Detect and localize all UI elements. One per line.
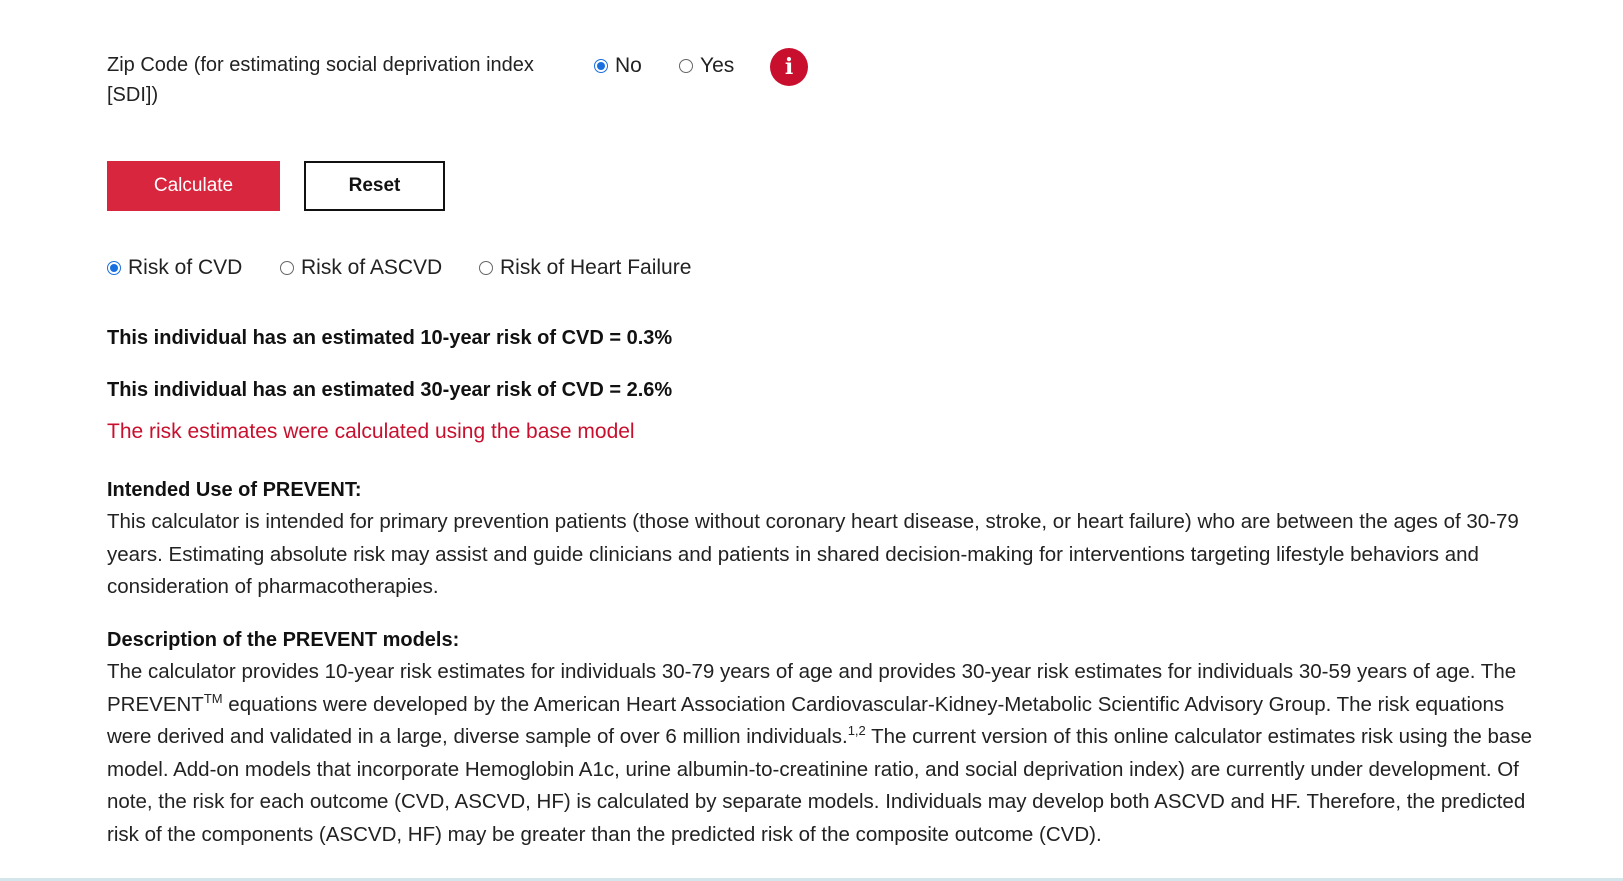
radio-unchecked-icon[interactable] (479, 261, 493, 275)
risk-tab-heart-failure[interactable]: Risk of Heart Failure (479, 256, 691, 280)
radio-unchecked-icon[interactable] (679, 59, 693, 73)
radio-checked-icon[interactable] (107, 261, 121, 275)
risk-tab-cvd-label: Risk of CVD (128, 256, 243, 279)
thirty-year-risk-result: This individual has an estimated 30-year… (107, 379, 673, 401)
description-section: Description of the PREVENT models: The c… (107, 624, 1537, 851)
intended-use-heading: Intended Use of PREVENT: (107, 479, 362, 501)
risk-tab-heart-failure-label: Risk of Heart Failure (500, 256, 692, 279)
radio-checked-icon[interactable] (594, 59, 608, 73)
model-note: The risk estimates were calculated using… (107, 420, 635, 443)
zip-radio-no[interactable]: No (594, 54, 642, 78)
trademark-superscript: TM (203, 690, 223, 706)
reset-button[interactable]: Reset (304, 161, 445, 211)
description-body: The calculator provides 10-year risk est… (107, 656, 1537, 851)
reference-superscript: 1,2 (847, 723, 866, 739)
calculate-button[interactable]: Calculate (107, 161, 280, 211)
risk-tab-ascvd-label: Risk of ASCVD (301, 256, 443, 279)
intended-use-section: Intended Use of PREVENT: This calculator… (107, 474, 1537, 604)
radio-unchecked-icon[interactable] (280, 261, 294, 275)
zip-code-label: Zip Code (for estimating social deprivat… (107, 54, 534, 106)
risk-tab-ascvd[interactable]: Risk of ASCVD (280, 256, 442, 280)
intended-use-body: This calculator is intended for primary … (107, 510, 1519, 598)
risk-tab-cvd[interactable]: Risk of CVD (107, 256, 242, 280)
ten-year-risk-result: This individual has an estimated 10-year… (107, 327, 673, 349)
zip-radio-no-label: No (615, 54, 642, 77)
zip-radio-yes[interactable]: Yes (679, 54, 734, 78)
info-icon[interactable]: i (770, 48, 808, 86)
description-heading: Description of the PREVENT models: (107, 629, 460, 651)
zip-radio-yes-label: Yes (700, 54, 735, 77)
